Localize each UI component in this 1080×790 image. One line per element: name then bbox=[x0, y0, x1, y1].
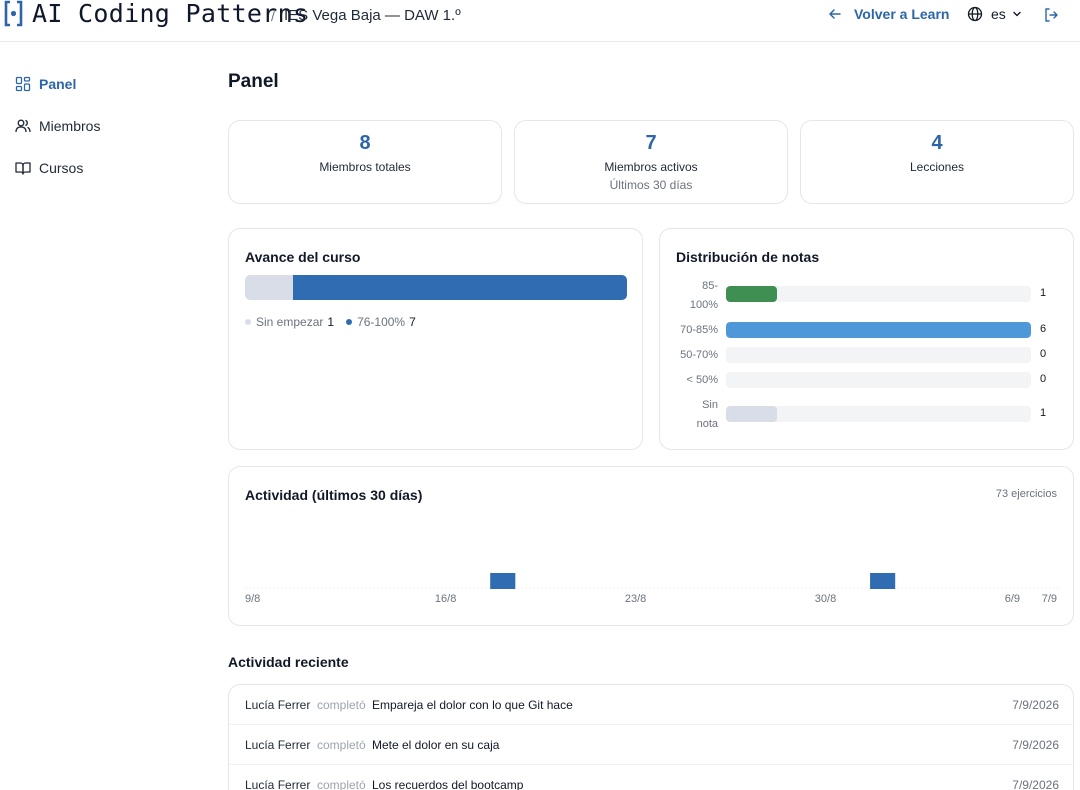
activity-verb: completó bbox=[317, 698, 366, 712]
activity-verb: completó bbox=[317, 738, 366, 752]
activity-bar bbox=[490, 573, 516, 589]
sidebar-item-members[interactable]: Miembros bbox=[15, 118, 100, 134]
sidebar-item-courses[interactable]: Cursos bbox=[15, 160, 83, 176]
sidebar-item-panel[interactable]: Panel bbox=[15, 76, 76, 92]
top-header: AI Coding Patterns / IES Vega Baja — DAW… bbox=[0, 0, 1080, 42]
lesson-name: Empareja el dolor con lo que Git hace bbox=[372, 698, 573, 712]
grade-count: 1 bbox=[1040, 287, 1047, 299]
card-title: Avance del curso bbox=[245, 249, 361, 265]
activity-verb: completó bbox=[317, 778, 366, 790]
activity-date: 7/9/2026 bbox=[1012, 778, 1059, 790]
legend-dot bbox=[245, 319, 251, 325]
grade-track bbox=[726, 286, 1031, 302]
member-name: Lucía Ferrer bbox=[245, 698, 311, 712]
lesson-name: Los recuerdos del bootcamp bbox=[372, 778, 524, 790]
sidebar-item-label: Cursos bbox=[39, 160, 84, 176]
grade-label: 85-100% bbox=[689, 280, 718, 311]
legend-count: 7 bbox=[409, 315, 416, 329]
activity-chart-card: Actividad (últimos 30 días) 73 ejercicio… bbox=[228, 466, 1074, 626]
recent-activity-list: Lucía Ferrer completó Empareja el dolor … bbox=[228, 684, 1074, 790]
card-title: Distribución de notas bbox=[676, 249, 820, 265]
x-tick-label: 6/9 bbox=[1004, 593, 1021, 605]
chevron-down-icon bbox=[1013, 11, 1021, 17]
language-selector[interactable]: es bbox=[967, 6, 1022, 22]
activity-bar-chart bbox=[245, 573, 1059, 589]
grade-label: 70-85% bbox=[680, 324, 718, 336]
progress-segment-not-started bbox=[245, 275, 293, 300]
breadcrumb: IES Vega Baja — DAW 1.º bbox=[284, 7, 461, 24]
member-name: Lucía Ferrer bbox=[245, 778, 311, 790]
app-title: AI Coding Patterns bbox=[32, 0, 309, 28]
x-tick-label: 7/9 bbox=[1041, 593, 1057, 605]
grade-bar bbox=[726, 286, 777, 302]
grade-label: < 50% bbox=[686, 374, 719, 386]
activity-date: 7/9/2026 bbox=[1012, 698, 1059, 712]
stat-value: 4 bbox=[931, 132, 943, 154]
grade-bar bbox=[726, 322, 1031, 338]
progress-legend: Sin empezar 1 76-100% 7 bbox=[245, 315, 428, 329]
list-item[interactable]: Lucía Ferrer completó Mete el dolor en s… bbox=[229, 725, 1073, 765]
grade-label: 50-70% bbox=[680, 349, 718, 361]
list-item[interactable]: Lucía Ferrer completó Los recuerdos del … bbox=[229, 765, 1073, 790]
list-item[interactable]: Lucía Ferrer completó Empareja el dolor … bbox=[229, 685, 1073, 725]
legend-dot bbox=[346, 319, 353, 325]
brand[interactable]: AI Coding Patterns bbox=[4, 0, 308, 28]
legend-item-complete: 76-100% 7 bbox=[346, 315, 416, 329]
globe-icon bbox=[967, 6, 983, 22]
x-tick-label: 9/8 bbox=[245, 593, 261, 605]
book-open-icon bbox=[15, 162, 31, 175]
activity-total: 73 ejercicios bbox=[995, 488, 1057, 500]
grade-track bbox=[726, 347, 1031, 363]
sidebar-item-label: Miembros bbox=[39, 118, 101, 134]
back-to-learn-link[interactable]: Volver a Learn bbox=[828, 6, 949, 22]
page-title: Panel bbox=[228, 71, 279, 92]
lesson-name: Mete el dolor en su caja bbox=[372, 738, 500, 752]
x-tick-label: 16/8 bbox=[434, 593, 457, 605]
grade-count: 0 bbox=[1040, 348, 1047, 360]
language-code: es bbox=[991, 6, 1006, 22]
stat-label: Lecciones bbox=[909, 160, 965, 174]
grade-distribution-card: Distribución de notas 85-100% 1 70-85% 6… bbox=[659, 228, 1074, 450]
stat-value: 7 bbox=[645, 132, 657, 154]
grade-bar bbox=[726, 406, 777, 422]
legend-label: Sin empezar bbox=[256, 315, 324, 329]
stat-label: Miembros totales bbox=[319, 160, 411, 174]
bracketed-dot-logo bbox=[4, 0, 23, 27]
breadcrumb-separator: / bbox=[271, 8, 275, 24]
grade-track bbox=[726, 322, 1031, 338]
stat-sublabel: Últimos 30 días bbox=[609, 178, 693, 192]
x-tick-label: 23/8 bbox=[624, 593, 647, 605]
legend-count: 1 bbox=[327, 315, 335, 329]
stat-label: Miembros activos bbox=[604, 160, 698, 174]
progress-segment-complete bbox=[292, 275, 627, 300]
stat-card-lessons: 4 Lecciones bbox=[800, 120, 1074, 204]
grade-count: 0 bbox=[1040, 373, 1047, 385]
card-title: Actividad (últimos 30 días) bbox=[245, 487, 423, 503]
grade-count: 1 bbox=[1040, 407, 1047, 419]
recent-activity-title: Actividad reciente bbox=[228, 654, 349, 670]
arrow-left-icon bbox=[829, 9, 841, 19]
stat-card-total-members: 8 Miembros totales bbox=[228, 120, 502, 204]
grade-label: Sin nota bbox=[696, 399, 718, 430]
grade-track bbox=[726, 372, 1031, 388]
course-progress-card: Avance del curso Sin empezar 1 76-100% 7 bbox=[228, 228, 643, 450]
member-name: Lucía Ferrer bbox=[245, 738, 311, 752]
legend-item-not-started: Sin empezar 1 bbox=[245, 315, 334, 329]
dashboard-grid-icon bbox=[15, 76, 31, 92]
activity-date: 7/9/2026 bbox=[1012, 738, 1059, 752]
logout-icon bbox=[1045, 8, 1058, 22]
sidebar-item-label: Panel bbox=[39, 76, 77, 92]
logout-button[interactable] bbox=[1043, 7, 1059, 28]
grade-track bbox=[726, 406, 1031, 422]
progress-bar bbox=[245, 275, 627, 300]
x-tick-label: 30/8 bbox=[814, 593, 837, 605]
back-link-label: Volver a Learn bbox=[854, 6, 950, 22]
users-icon bbox=[15, 119, 31, 133]
activity-bar bbox=[870, 573, 896, 589]
grade-count: 6 bbox=[1040, 323, 1047, 335]
stat-card-active-members: 7 Miembros activos Últimos 30 días bbox=[514, 120, 788, 204]
stat-value: 8 bbox=[359, 132, 371, 154]
legend-label: 76-100% bbox=[357, 315, 406, 329]
